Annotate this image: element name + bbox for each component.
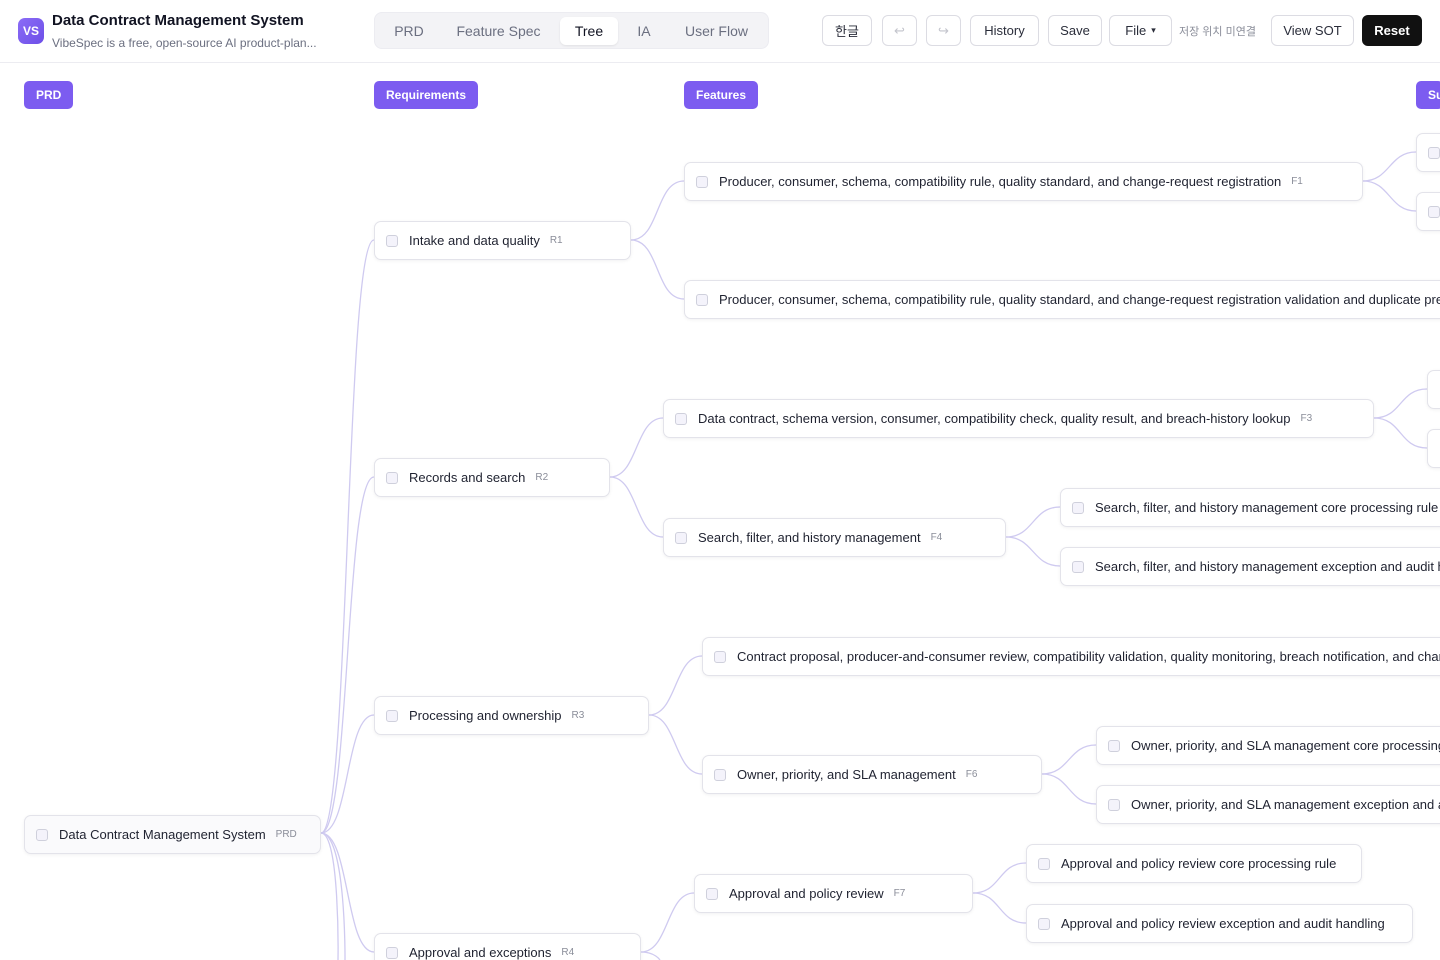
node-label: Owner, priority, and SLA management core… [1131, 738, 1440, 753]
node-checkbox[interactable] [714, 768, 726, 781]
node-label: Producer, consumer, schema, compatibilit… [719, 174, 1282, 189]
column-label-features: Features [684, 81, 759, 109]
history-button[interactable]: History [970, 15, 1039, 46]
tab-tree[interactable]: Tree [560, 17, 618, 45]
tree-node-requirement[interactable]: Intake and data quality R1 [374, 221, 631, 260]
node-tag: R3 [571, 710, 585, 721]
column-label-requirements: Requirements [374, 81, 479, 109]
tree-canvas[interactable]: PRD Requirements Features Su Data Contra… [0, 64, 1440, 960]
tree-node-feature[interactable]: Owner, priority, and SLA management F6 [702, 755, 1042, 794]
app-subtitle: VibeSpec is a free, open-source AI produ… [52, 36, 317, 50]
chevron-down-icon: ▾ [1151, 25, 1156, 35]
tree-node-feature[interactable]: Data contract, schema version, consumer,… [663, 399, 1374, 438]
node-label: Search, filter, and history management [698, 530, 921, 545]
node-label: Approval and policy review [729, 886, 884, 901]
tab-user-flow[interactable]: User Flow [670, 17, 763, 45]
node-tag: F6 [965, 769, 978, 780]
node-tag: F3 [1300, 413, 1313, 424]
tree-node-subfeature[interactable]: Search, filter, and history management e… [1060, 547, 1440, 586]
node-checkbox[interactable] [1108, 798, 1120, 811]
node-tag: R1 [549, 235, 563, 246]
tree-node-subfeature[interactable]: Approval and policy review exception and… [1026, 904, 1413, 943]
tree-node-feature[interactable]: Producer, consumer, schema, compatibilit… [684, 280, 1440, 319]
file-menu-button[interactable]: File ▾ [1109, 15, 1172, 46]
node-checkbox[interactable] [696, 293, 708, 306]
file-menu-label: File [1125, 23, 1147, 38]
tab-feature-spec[interactable]: Feature Spec [444, 17, 553, 45]
tab-ia[interactable]: IA [625, 17, 663, 45]
tree-node-subfeature[interactable] [1427, 429, 1440, 468]
reset-button[interactable]: Reset [1362, 15, 1422, 46]
app-logo: VS [18, 18, 44, 44]
node-label: Owner, priority, and SLA management [737, 767, 956, 782]
tree-node-feature[interactable]: Producer, consumer, schema, compatibilit… [684, 162, 1363, 201]
node-label: Search, filter, and history management c… [1095, 500, 1439, 515]
tree-node-feature[interactable]: Approval and policy review F7 [694, 874, 973, 913]
undo-icon: ↩ [894, 22, 905, 38]
node-label: Approval and policy review exception and… [1061, 916, 1385, 931]
node-label: Approval and exceptions [409, 945, 552, 960]
tree-node-requirement[interactable]: Approval and exceptions R4 [374, 933, 641, 960]
node-checkbox[interactable] [1038, 857, 1050, 870]
view-tabs: PRD Feature Spec Tree IA User Flow [374, 12, 769, 49]
node-tag: F4 [930, 532, 943, 543]
language-toggle-button[interactable]: 한글 [822, 15, 872, 46]
tree-node-subfeature[interactable]: Approval and policy review core processi… [1026, 844, 1362, 883]
node-checkbox[interactable] [1072, 501, 1084, 514]
node-checkbox[interactable] [1428, 205, 1440, 218]
app-header: VS Data Contract Management System VibeS… [0, 0, 1440, 63]
redo-icon: ↪ [938, 22, 949, 38]
node-label: Intake and data quality [409, 233, 540, 248]
node-checkbox[interactable] [36, 828, 48, 841]
tree-node-subfeature[interactable]: Search, filter, and history management c… [1060, 488, 1440, 527]
tree-node-subfeature[interactable]: Owner, priority, and SLA management exce… [1096, 785, 1440, 824]
node-checkbox[interactable] [386, 709, 398, 722]
node-tag: R2 [535, 472, 549, 483]
tree-node-subfeature[interactable]: Owner, priority, and SLA management core… [1096, 726, 1440, 765]
view-sot-button[interactable]: View SOT [1271, 15, 1354, 46]
node-checkbox[interactable] [1108, 739, 1120, 752]
column-label-prd: PRD [24, 81, 74, 109]
node-checkbox[interactable] [675, 531, 687, 544]
node-tag: F1 [1291, 176, 1303, 187]
tree-node-subfeature[interactable] [1416, 192, 1440, 231]
node-checkbox[interactable] [1072, 560, 1084, 573]
tree-node-requirement[interactable]: Records and search R2 [374, 458, 610, 497]
redo-button[interactable]: ↪ [926, 15, 961, 46]
node-checkbox[interactable] [696, 175, 708, 188]
node-label: Data contract, schema version, consumer,… [698, 411, 1291, 426]
tree-node-subfeature[interactable] [1416, 133, 1440, 172]
node-label: Owner, priority, and SLA management exce… [1131, 797, 1440, 812]
column-label-subfeatures: Su [1416, 81, 1440, 109]
tree-node-root[interactable]: Data Contract Management System PRD [24, 815, 321, 854]
undo-button[interactable]: ↩ [882, 15, 917, 46]
tab-prd[interactable]: PRD [381, 17, 437, 45]
node-checkbox[interactable] [386, 946, 398, 959]
node-checkbox[interactable] [675, 412, 687, 425]
node-checkbox[interactable] [386, 234, 398, 247]
node-label: Search, filter, and history management e… [1095, 559, 1440, 574]
node-tag: R4 [561, 947, 575, 958]
node-checkbox[interactable] [386, 471, 398, 484]
node-tag: F7 [893, 888, 906, 899]
node-checkbox[interactable] [714, 650, 726, 663]
node-checkbox[interactable] [1038, 917, 1050, 930]
node-label: Approval and policy review core processi… [1061, 856, 1337, 871]
node-tag: PRD [275, 829, 297, 840]
node-checkbox[interactable] [1428, 146, 1440, 159]
tree-node-requirement[interactable]: Processing and ownership R3 [374, 696, 649, 735]
tree-node-feature[interactable]: Search, filter, and history management F… [663, 518, 1006, 557]
node-label: Contract proposal, producer-and-consumer… [737, 649, 1440, 664]
node-label: Processing and ownership [409, 708, 562, 723]
node-checkbox[interactable] [706, 887, 718, 900]
node-label: Records and search [409, 470, 526, 485]
save-location-status: 저장 위치 미연결 [1179, 26, 1256, 38]
tree-node-feature[interactable]: Contract proposal, producer-and-consumer… [702, 637, 1440, 676]
node-label: Data Contract Management System [59, 827, 266, 842]
tree-node-subfeature[interactable] [1427, 370, 1440, 409]
save-button[interactable]: Save [1048, 15, 1102, 46]
app-title: Data Contract Management System [52, 12, 304, 29]
node-label: Producer, consumer, schema, compatibilit… [719, 292, 1440, 307]
